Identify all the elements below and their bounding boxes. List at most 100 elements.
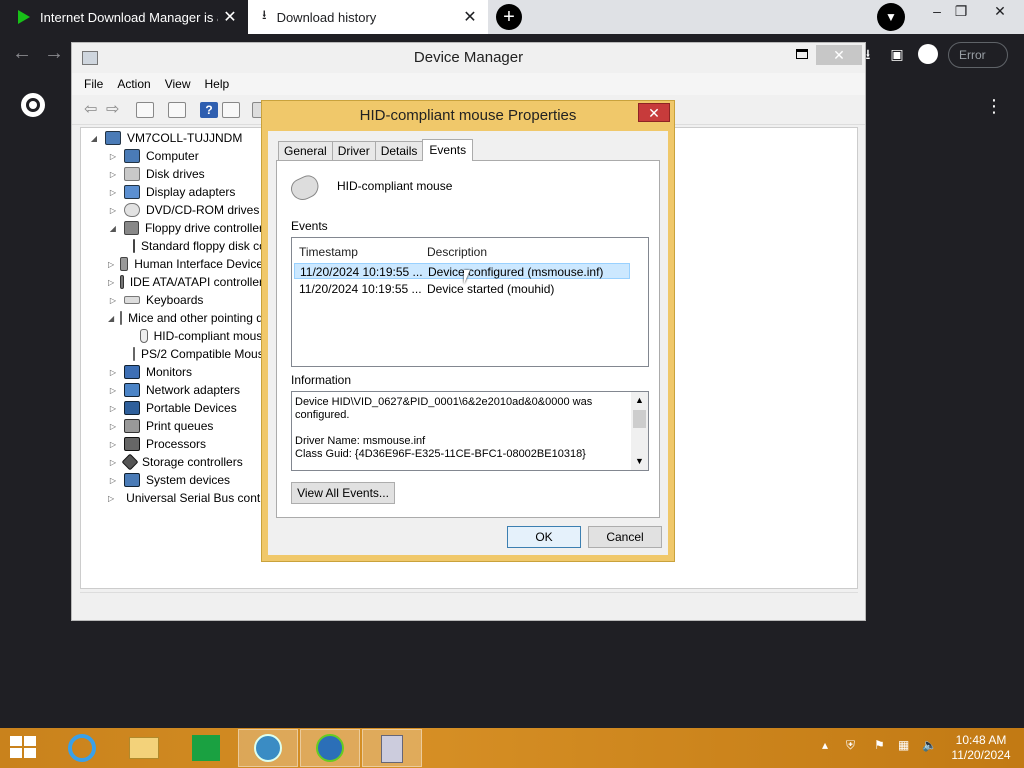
menu-help[interactable]: Help [205,73,230,95]
tree-item[interactable]: Standard floppy disk controller [127,237,269,255]
tab-general[interactable]: General [278,141,333,161]
tree-item[interactable]: ▷ Print queues [108,417,269,435]
tree-item[interactable]: ◢ VM7COLL-TUJJNDM [89,129,265,147]
volume-muted-icon[interactable]: 🔈 [922,738,937,752]
collapsed-arrow-icon[interactable]: ▷ [108,206,118,215]
idm-icon[interactable] [300,729,360,767]
side-panel-icon[interactable]: ▣ [887,44,907,64]
expanded-arrow-icon[interactable]: ◢ [108,314,114,323]
device-manager-icon[interactable] [362,729,422,767]
more-options-icon[interactable]: ⋮ [985,96,1003,117]
close-tab-icon[interactable]: ✕ [218,7,242,27]
info-scrollbar[interactable]: ▲ ▼ [631,392,648,470]
tab-download-history[interactable]: ⭳ Download history ✕ [248,0,488,34]
collapsed-arrow-icon[interactable]: ▷ [108,458,118,467]
file-explorer-icon[interactable] [114,729,174,767]
collapsed-arrow-icon[interactable]: ▷ [108,188,118,197]
information-textbox[interactable]: Device HID\VID_0627&PID_0001\6&2e2010ad&… [291,391,649,471]
event-row[interactable]: 11/20/2024 10:19:55 ... Device started (… [294,281,630,297]
close-tab-icon[interactable]: ✕ [458,7,482,27]
menu-action[interactable]: Action [117,73,150,95]
tab-idm[interactable]: Internet Download Manager is a ✕ [0,0,248,34]
column-header-timestamp[interactable]: Timestamp [299,245,358,259]
collapsed-arrow-icon[interactable]: ▷ [108,440,118,449]
tree-item[interactable]: ▷ Monitors [108,363,269,381]
tree-item[interactable]: ▷ Computer [108,147,269,165]
tree-item[interactable]: ▷ Keyboards [108,291,269,309]
tab-search-chevron-icon[interactable]: ▼ [877,3,905,31]
scroll-down-icon[interactable]: ▼ [631,455,648,468]
column-header-description[interactable]: Description [427,245,487,259]
dialog-close-icon[interactable]: ✕ [638,103,670,122]
collapsed-arrow-icon[interactable]: ▷ [108,494,114,503]
store-icon[interactable] [176,729,236,767]
scroll-thumb[interactable] [633,410,646,428]
tree-item[interactable]: HID-compliant mouse [127,327,269,345]
ok-button[interactable]: OK [507,526,581,548]
network-globe-icon[interactable] [238,729,298,767]
tree-item[interactable]: ▷ System devices [108,471,269,489]
collapsed-arrow-icon[interactable]: ▷ [108,260,114,269]
cancel-button[interactable]: Cancel [588,526,662,548]
tree-item[interactable]: ◢ Mice and other pointing devices [108,309,269,327]
tab-events[interactable]: Events [422,139,474,161]
back-arrow-icon[interactable]: ← [12,42,32,65]
properties-icon[interactable] [168,102,186,118]
tree-item[interactable]: ▷ Display adapters [108,183,269,201]
expanded-arrow-icon[interactable]: ◢ [108,224,118,233]
scroll-up-icon[interactable]: ▲ [631,394,648,407]
error-button[interactable]: Error [948,42,1008,68]
close-window-icon[interactable]: ✕ [985,0,1015,22]
restore-icon[interactable]: ❐ [946,0,976,22]
collapsed-arrow-icon[interactable]: ▷ [108,386,118,395]
security-shield-icon[interactable]: ⛨ [846,738,855,753]
tree-item[interactable]: ▷ Processors [108,435,269,453]
start-windows-icon[interactable] [10,736,38,760]
collapsed-arrow-icon[interactable]: ▷ [108,296,118,305]
help-icon[interactable]: ? [200,102,218,118]
expanded-arrow-icon[interactable]: ◢ [89,134,99,143]
close-icon[interactable]: ✕ [816,45,862,65]
collapsed-arrow-icon[interactable]: ▷ [108,476,118,485]
view-all-events-button[interactable]: View All Events... [291,482,395,504]
internet-explorer-icon[interactable] [52,729,112,767]
tree-item[interactable]: ▷ Human Interface Devices [108,255,269,273]
back-icon[interactable]: ⇦ [84,102,102,118]
view-icon[interactable] [222,102,240,118]
tree-item[interactable]: ▷ Storage controllers [108,453,269,471]
tree-item[interactable]: ▷ IDE ATA/ATAPI controllers [108,273,269,291]
forward-icon[interactable]: ⇨ [106,102,124,118]
tree-item[interactable]: ◢ Floppy drive controllers [108,219,269,237]
forward-arrow-icon[interactable]: → [44,42,64,65]
tree-item[interactable]: ▷ Portable Devices [108,399,269,417]
maximize-icon[interactable] [796,49,808,59]
show-hide-tree-icon[interactable] [136,102,154,118]
menu-file[interactable]: File [84,73,103,95]
portable-device-icon [124,401,140,415]
tab-driver[interactable]: Driver [331,141,376,161]
collapsed-arrow-icon[interactable]: ▷ [108,278,114,287]
collapsed-arrow-icon[interactable]: ▷ [108,422,118,431]
new-tab-button[interactable]: + [496,4,522,30]
tree-item[interactable]: ▷ Universal Serial Bus controllers [108,489,269,507]
network-icon[interactable]: ▦ [898,738,909,752]
show-hidden-icons-icon[interactable]: ▴ [822,738,828,752]
collapsed-arrow-icon[interactable]: ▷ [108,404,118,413]
action-center-flag-icon[interactable]: ⚑ [874,738,885,752]
menu-view[interactable]: View [165,73,191,95]
collapsed-arrow-icon[interactable]: ▷ [108,368,118,377]
tree-item[interactable]: ▷ Disk drives [108,165,269,183]
dialog-body: General Driver Details Events HID-compli… [268,131,668,555]
events-list[interactable]: Timestamp Description 11/20/2024 10:19:5… [291,237,649,367]
tree-item[interactable]: PS/2 Compatible Mouse [127,345,269,363]
tree-item-label: Storage controllers [142,455,243,469]
profile-avatar-icon[interactable] [918,44,938,64]
system-clock[interactable]: 10:48 AM 11/20/2024 [946,733,1016,763]
tree-item[interactable]: ▷ DVD/CD-ROM drives [108,201,269,219]
tree-item[interactable]: ▷ Network adapters [108,381,269,399]
collapsed-arrow-icon[interactable]: ▷ [108,170,118,179]
tab-details[interactable]: Details [374,141,424,161]
mouse-icon [120,311,123,325]
collapsed-arrow-icon[interactable]: ▷ [108,152,118,161]
event-row[interactable]: 11/20/2024 10:19:55 ... Device configure… [294,263,630,279]
